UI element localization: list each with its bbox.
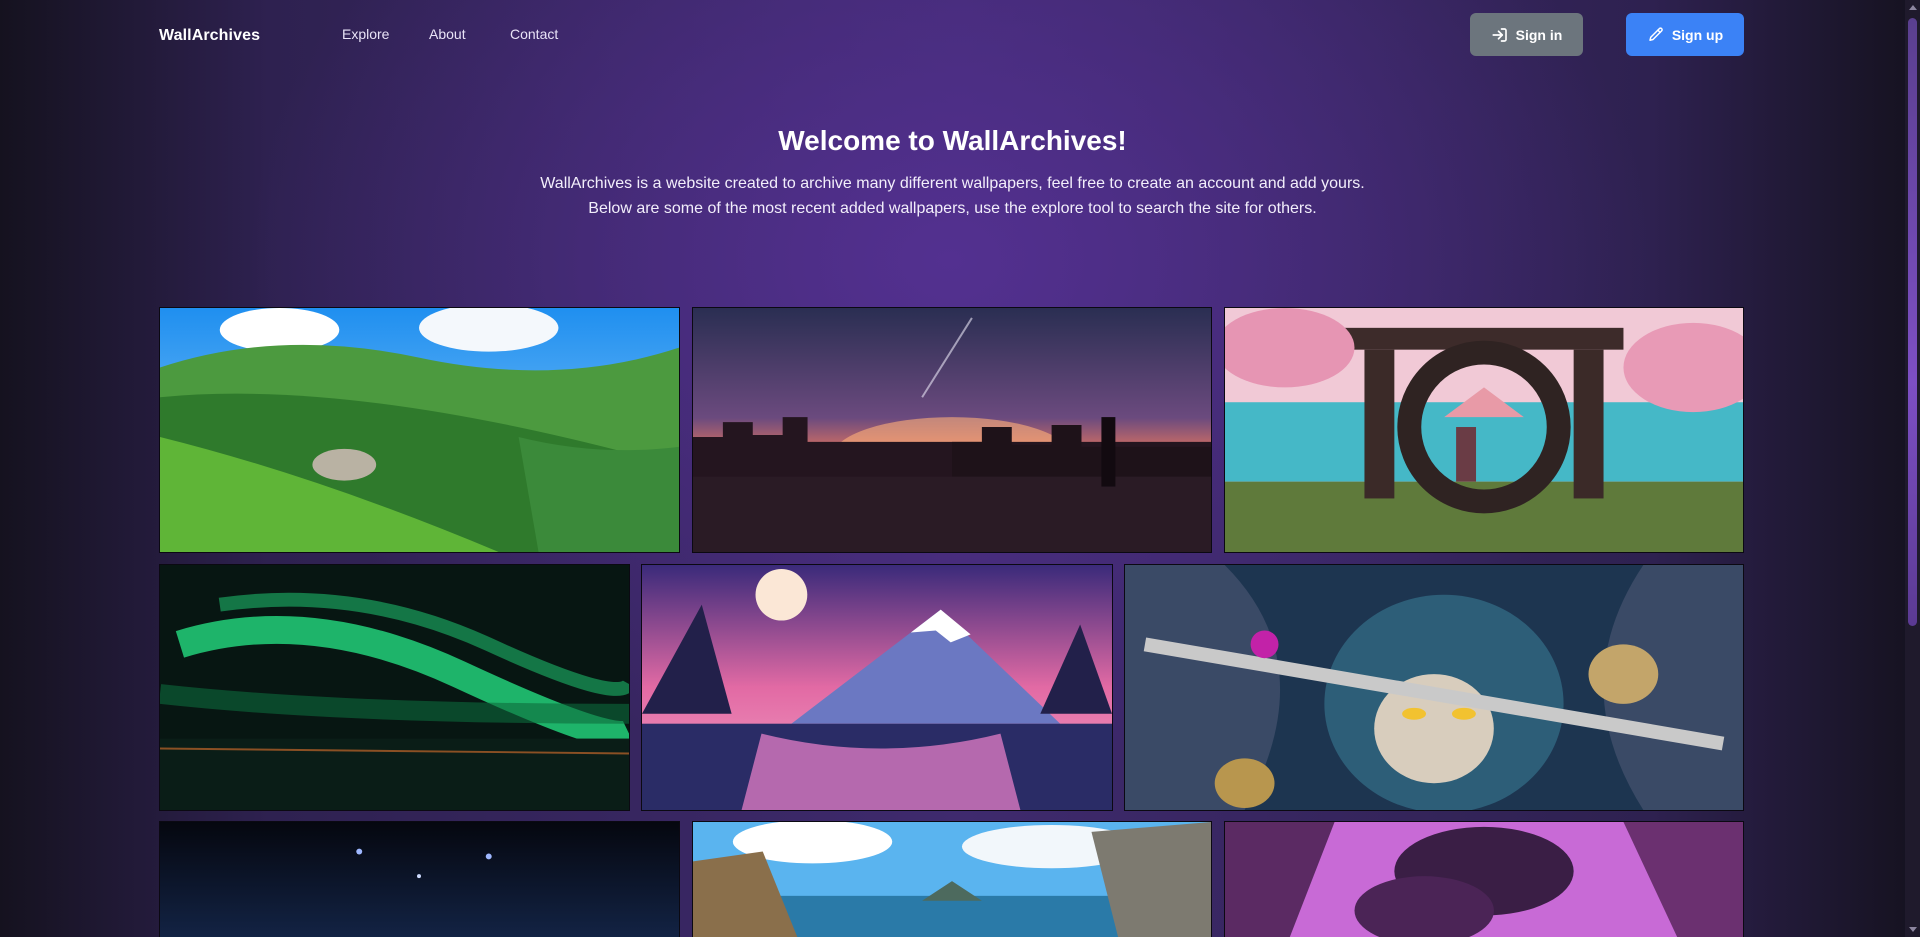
scrollbar-thumb[interactable]: [1908, 18, 1917, 626]
wallpaper-image: [1225, 822, 1743, 937]
sign-up-button[interactable]: Sign up: [1626, 13, 1744, 56]
wallpaper-image: [160, 308, 679, 552]
wallpaper-pink-buildings[interactable]: [1224, 821, 1744, 937]
login-arrow-icon: [1492, 27, 1507, 42]
wallpaper-image: [1125, 565, 1743, 810]
wallpaper-aurora[interactable]: [159, 564, 630, 811]
wallpaper-image: [160, 822, 679, 937]
hero-description-line-1: WallArchives is a website created to arc…: [540, 175, 1365, 192]
sign-up-label: Sign up: [1671, 26, 1724, 43]
wallpaper-image: [160, 565, 629, 810]
scroll-up-arrow-icon[interactable]: [1909, 5, 1917, 10]
page: WallArchives Explore About Contact Sign …: [0, 0, 1905, 937]
wallpaper-starry-sky[interactable]: [159, 821, 680, 937]
wallpaper-city-sunset[interactable]: [692, 307, 1212, 553]
wallpaper-image: [1225, 308, 1743, 552]
page-scrollbar[interactable]: [1905, 0, 1920, 937]
hero-title: Welcome to WallArchives!: [778, 125, 1127, 156]
nav-about[interactable]: About: [429, 26, 466, 42]
wallpaper-torii-gate[interactable]: [1224, 307, 1744, 553]
sign-in-button[interactable]: Sign in: [1470, 13, 1583, 56]
nav-explore[interactable]: Explore: [342, 26, 389, 42]
brand-logo[interactable]: WallArchives: [159, 27, 260, 45]
sign-in-label: Sign in: [1515, 26, 1563, 43]
wallpaper-mountain-lake[interactable]: [641, 564, 1113, 811]
wallpaper-image: [642, 565, 1112, 810]
wallpaper-image: [693, 308, 1211, 552]
wallpaper-image: [693, 822, 1211, 937]
wallpaper-green-hills[interactable]: [159, 307, 680, 553]
wallpaper-coastal-cliffs[interactable]: [692, 821, 1212, 937]
pencil-icon: [1649, 26, 1663, 41]
scroll-down-arrow-icon[interactable]: [1909, 927, 1917, 932]
hero-description-line-2: Below are some of the most recent added …: [588, 200, 1317, 217]
nav-contact[interactable]: Contact: [510, 26, 558, 42]
wallpaper-demon-slayer[interactable]: [1124, 564, 1744, 811]
